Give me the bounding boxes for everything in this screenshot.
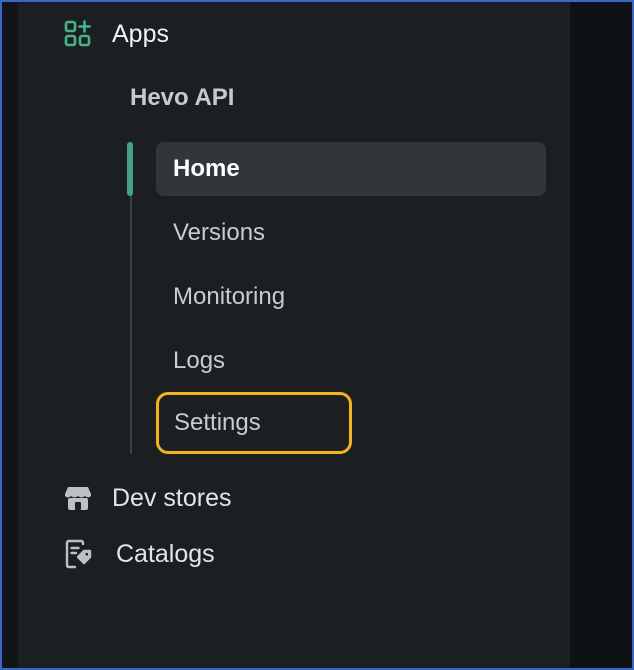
sidebar: Apps Hevo API Home Versions Monitoring L…	[18, 2, 570, 668]
sidebar-item-label: Apps	[112, 19, 169, 48]
sub-nav-monitoring[interactable]: Monitoring	[156, 270, 546, 324]
sidebar-item-catalogs[interactable]: Catalogs	[62, 534, 215, 574]
active-indicator	[127, 142, 133, 196]
sub-nav-settings[interactable]: Settings	[156, 392, 352, 454]
sub-nav-logs[interactable]: Logs	[156, 334, 546, 388]
sidebar-item-label: Catalogs	[116, 539, 215, 568]
apps-grid-plus-icon	[62, 18, 94, 50]
catalog-tag-icon	[62, 538, 94, 570]
app-section-title[interactable]: Hevo API	[130, 84, 234, 112]
sidebar-item-dev-stores[interactable]: Dev stores	[62, 478, 231, 518]
sub-nav-home[interactable]: Home	[156, 142, 546, 196]
sub-nav-versions[interactable]: Versions	[156, 206, 546, 260]
store-icon	[62, 482, 94, 514]
sidebar-item-apps[interactable]: Apps	[62, 14, 169, 54]
main-content	[570, 2, 632, 668]
left-edge	[2, 2, 18, 668]
app-frame: Apps Hevo API Home Versions Monitoring L…	[2, 2, 632, 668]
sidebar-item-label: Dev stores	[112, 483, 232, 512]
